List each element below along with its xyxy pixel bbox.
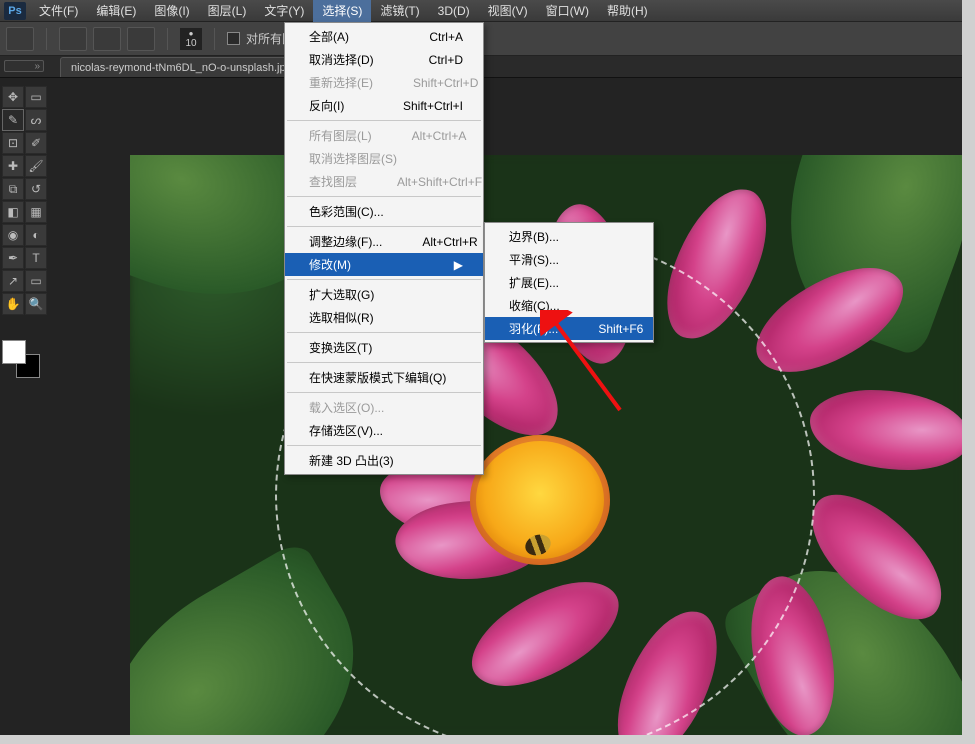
type-tool[interactable]: T [25, 247, 47, 269]
move-tool[interactable]: ✥ [2, 86, 24, 108]
menu-grow[interactable]: 扩大选取(G) [285, 283, 483, 306]
quick-selection-tool[interactable]: ✎ [2, 109, 24, 131]
menu-inverse[interactable]: 反向(I)Shift+Ctrl+I [285, 94, 483, 117]
tool-palette: ✥ ▭ ✎ ᔕ ⊡ ✐ ✚ 🖌 ⧉ ↺ ◧ ▦ ◉ ◐ ✒ T ↗ ▭ ✋ 🔍 [2, 86, 47, 315]
menu-help[interactable]: 帮助(H) [598, 0, 657, 22]
menu-modify-feather[interactable]: 羽化(F)...Shift+F6 [485, 317, 653, 340]
menu-file[interactable]: 文件(F) [30, 0, 87, 22]
zoom-tool[interactable]: 🔍 [25, 293, 47, 315]
option-button-1[interactable] [59, 27, 87, 51]
option-button-3[interactable] [127, 27, 155, 51]
dodge-tool[interactable]: ◐ [25, 224, 47, 246]
history-brush-tool[interactable]: ↺ [25, 178, 47, 200]
menu-find-layers: 查找图层Alt+Shift+Ctrl+F [285, 170, 483, 193]
document-tab[interactable]: nicolas-reymond-tNm6DL_nO-o-unsplash.jp … [60, 57, 309, 77]
app-logo: Ps [4, 2, 26, 20]
lasso-tool[interactable]: ᔕ [25, 109, 47, 131]
crop-tool[interactable]: ⊡ [2, 132, 24, 154]
color-swatches [2, 340, 46, 382]
menu-modify-smooth[interactable]: 平滑(S)... [485, 248, 653, 271]
menu-modify[interactable]: 修改(M)▶ [285, 253, 483, 276]
menu-filter[interactable]: 滤镜(T) [371, 0, 428, 22]
menu-color-range[interactable]: 色彩范围(C)... [285, 200, 483, 223]
menu-load-selection: 载入选区(O)... [285, 396, 483, 419]
menu-reselect: 重新选择(E)Shift+Ctrl+D [285, 71, 483, 94]
current-tool-preset[interactable] [6, 27, 34, 51]
eraser-tool[interactable]: ◧ [2, 201, 24, 223]
menu-all-layers: 所有图层(L)Alt+Ctrl+A [285, 124, 483, 147]
marquee-tool[interactable]: ▭ [25, 86, 47, 108]
clone-tool[interactable]: ⧉ [2, 178, 24, 200]
menu-refine-edge[interactable]: 调整边缘(F)...Alt+Ctrl+R [285, 230, 483, 253]
menu-similar[interactable]: 选取相似(R) [285, 306, 483, 329]
brush-size-display[interactable]: ● 10 [180, 28, 202, 50]
sample-all-layers-checkbox[interactable] [227, 32, 240, 45]
spot-heal-tool[interactable]: ✚ [2, 155, 24, 177]
menu-image[interactable]: 图像(I) [145, 0, 198, 22]
brush-size-value: 10 [185, 38, 196, 49]
path-tool[interactable]: ↗ [2, 270, 24, 292]
select-menu-dropdown: 全部(A)Ctrl+A 取消选择(D)Ctrl+D 重新选择(E)Shift+C… [284, 22, 484, 475]
gradient-tool[interactable]: ▦ [25, 201, 47, 223]
menubar: Ps 文件(F) 编辑(E) 图像(I) 图层(L) 文字(Y) 选择(S) 滤… [0, 0, 962, 22]
menu-modify-contract[interactable]: 收缩(C)... [485, 294, 653, 317]
document-tab-label: nicolas-reymond-tNm6DL_nO-o-unsplash.jp [71, 62, 286, 74]
submenu-arrow-icon: ▶ [454, 258, 463, 272]
menu-new-3d-extrusion[interactable]: 新建 3D 凸出(3) [285, 449, 483, 472]
menu-3d[interactable]: 3D(D) [429, 1, 479, 21]
menu-modify-expand[interactable]: 扩展(E)... [485, 271, 653, 294]
blur-tool[interactable]: ◉ [2, 224, 24, 246]
option-button-2[interactable] [93, 27, 121, 51]
menu-select-all[interactable]: 全部(A)Ctrl+A [285, 25, 483, 48]
menu-edit-quickmask[interactable]: 在快速蒙版模式下编辑(Q) [285, 366, 483, 389]
menu-save-selection[interactable]: 存储选区(V)... [285, 419, 483, 442]
panel-toggle[interactable] [4, 60, 44, 72]
foreground-color[interactable] [2, 340, 26, 364]
modify-submenu-dropdown: 边界(B)... 平滑(S)... 扩展(E)... 收缩(C)... 羽化(F… [484, 222, 654, 343]
menu-type[interactable]: 文字(Y) [255, 0, 313, 22]
menu-deselect[interactable]: 取消选择(D)Ctrl+D [285, 48, 483, 71]
pen-tool[interactable]: ✒ [2, 247, 24, 269]
menu-deselect-layers: 取消选择图层(S) [285, 147, 483, 170]
menu-view[interactable]: 视图(V) [479, 0, 537, 22]
menu-select[interactable]: 选择(S) [313, 0, 371, 22]
eyedropper-tool[interactable]: ✐ [25, 132, 47, 154]
menu-window[interactable]: 窗口(W) [537, 0, 598, 22]
menu-modify-border[interactable]: 边界(B)... [485, 225, 653, 248]
shape-tool[interactable]: ▭ [25, 270, 47, 292]
brush-tool[interactable]: 🖌 [25, 155, 47, 177]
hand-tool[interactable]: ✋ [2, 293, 24, 315]
menu-layer[interactable]: 图层(L) [199, 0, 256, 22]
menu-edit[interactable]: 编辑(E) [87, 0, 145, 22]
menu-transform-selection[interactable]: 变换选区(T) [285, 336, 483, 359]
